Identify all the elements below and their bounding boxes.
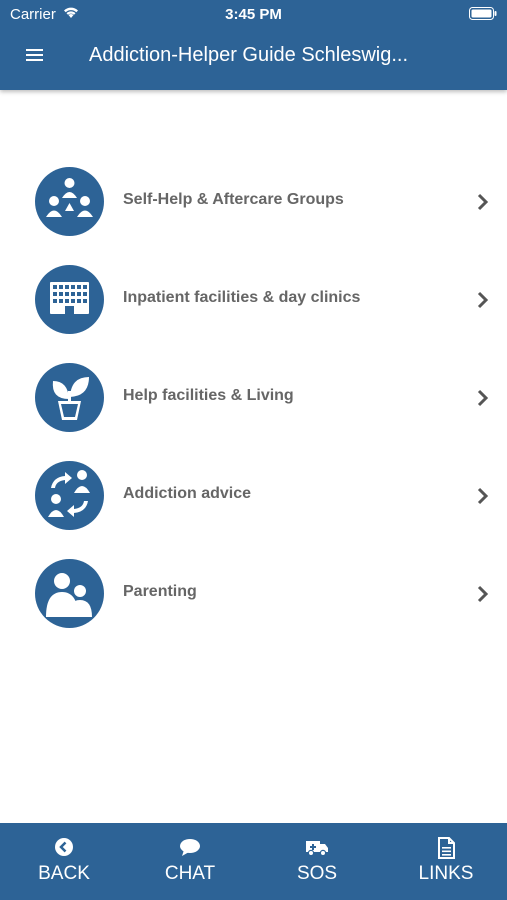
- chevron-right-icon: [477, 291, 489, 309]
- back-label: BACK: [38, 863, 90, 884]
- building-icon: [35, 265, 104, 334]
- list-item[interactable]: Help facilities & Living: [0, 346, 507, 436]
- status-bar: Carrier 3:45 PM: [0, 0, 507, 28]
- list-item-label: Addiction advice: [123, 485, 252, 502]
- chevron-right-icon: [477, 487, 489, 505]
- chat-button[interactable]: CHAT: [140, 823, 240, 900]
- list-item-label: Parenting: [123, 583, 197, 600]
- sos-label: SOS: [296, 863, 338, 884]
- list-item-label: Inpatient facilities & day clinics: [123, 289, 361, 306]
- list-item[interactable]: Parenting: [0, 542, 507, 632]
- chevron-right-icon: [477, 389, 489, 407]
- bottom-nav: BACK CHAT SOS LINKS: [0, 823, 507, 900]
- links-label: LINKS: [418, 863, 474, 884]
- list-item[interactable]: Inpatient facilities & day clinics: [0, 248, 507, 338]
- sos-button[interactable]: SOS: [267, 823, 367, 900]
- links-button[interactable]: LINKS: [396, 823, 496, 900]
- group-meeting-icon: [35, 167, 104, 236]
- parent-child-icon: [35, 559, 104, 628]
- consultation-exchange-icon: [35, 461, 104, 530]
- hamburger-menu-icon[interactable]: [26, 46, 48, 66]
- document-icon: [396, 837, 496, 859]
- battery-icon: [469, 7, 497, 25]
- potted-plant-icon: [35, 363, 104, 432]
- list-item-label: Help facilities & Living: [123, 387, 294, 404]
- ambulance-icon: [267, 837, 367, 859]
- chat-bubble-icon: [140, 837, 240, 859]
- page-title: Addiction-Helper Guide Schleswig...: [89, 44, 409, 66]
- list-item-label: Self-Help & Aftercare Groups: [123, 191, 344, 208]
- app-header: Carrier 3:45 PM Addiction-Helper Guide S…: [0, 0, 507, 90]
- chevron-right-icon: [477, 193, 489, 211]
- back-button[interactable]: BACK: [14, 823, 114, 900]
- list-item[interactable]: Addiction advice: [0, 444, 507, 534]
- back-circle-icon: [14, 837, 114, 859]
- chat-label: CHAT: [164, 863, 216, 884]
- chevron-right-icon: [477, 585, 489, 603]
- list-item[interactable]: Self-Help & Aftercare Groups: [0, 150, 507, 240]
- clock-label: 3:45 PM: [225, 6, 282, 23]
